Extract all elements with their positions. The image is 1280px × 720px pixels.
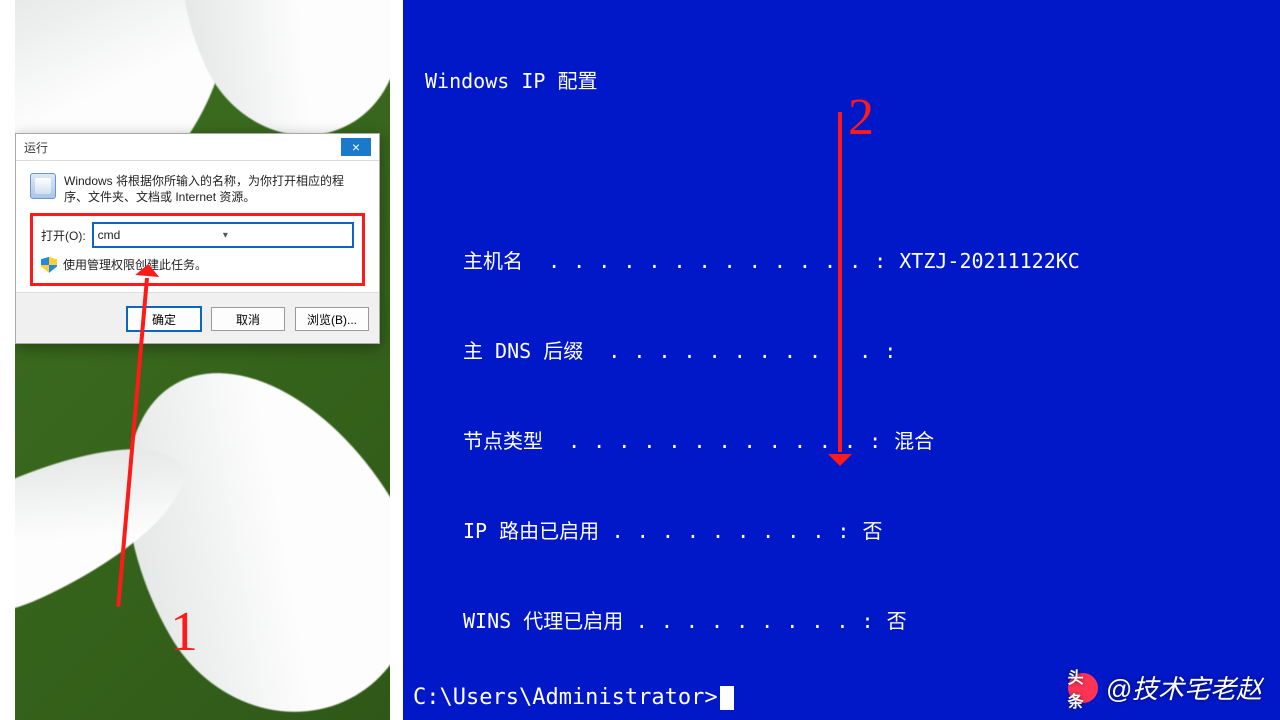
ip-routing-label: IP 路由已启用: [463, 516, 599, 546]
ok-button[interactable]: 确定: [127, 307, 201, 331]
wins-proxy-label: WINS 代理已启用: [463, 606, 623, 636]
open-combobox[interactable]: cmd ▾: [92, 222, 354, 248]
shield-icon: [41, 257, 57, 273]
run-dialog-title: 运行: [24, 139, 48, 156]
annotation-number-1: 1: [170, 600, 198, 664]
host-value: XTZJ-20211122KC: [899, 246, 1080, 276]
annotation-highlight-1: 打开(O): cmd ▾ 使用管理权限创建此任务。: [30, 213, 365, 286]
open-value: cmd: [98, 228, 223, 242]
dns-suffix-label: 主 DNS 后缀: [463, 336, 583, 366]
wins-proxy-value: 否: [887, 606, 907, 636]
close-icon[interactable]: ×: [341, 138, 371, 156]
open-label: 打开(O):: [41, 227, 86, 244]
run-dialog-buttons: 确定 取消 浏览(B)...: [16, 292, 379, 343]
watermark-text: @技术宅老赵: [1106, 669, 1262, 706]
annotation-number-2: 2: [848, 88, 874, 147]
cursor-icon: [720, 686, 734, 710]
run-dialog-icon: [30, 173, 56, 199]
chevron-down-icon[interactable]: ▾: [223, 230, 348, 241]
browse-button[interactable]: 浏览(B)...: [295, 307, 369, 331]
cmd-prompt[interactable]: C:\Users\Administrator>: [403, 685, 734, 710]
node-type-label: 节点类型: [463, 426, 543, 456]
prompt-text: C:\Users\Administrator>: [413, 685, 718, 710]
host-label: 主机名: [463, 246, 523, 276]
desktop-wallpaper: 运行 × Windows 将根据你所输入的名称，为你打开相应的程序、文件夹、文档…: [15, 0, 390, 720]
cancel-button[interactable]: 取消: [211, 307, 285, 331]
node-type-value: 混合: [894, 426, 934, 456]
annotation-arrow-2: [838, 112, 842, 452]
run-dialog: 运行 × Windows 将根据你所输入的名称，为你打开相应的程序、文件夹、文档…: [15, 133, 380, 344]
watermark: 头条 @技术宅老赵: [1068, 669, 1262, 706]
ip-routing-value: 否: [863, 516, 883, 546]
run-dialog-description: Windows 将根据你所输入的名称，为你打开相应的程序、文件夹、文档或 Int…: [64, 173, 365, 205]
run-dialog-titlebar[interactable]: 运行 ×: [16, 134, 379, 161]
watermark-logo-icon: 头条: [1068, 673, 1098, 703]
